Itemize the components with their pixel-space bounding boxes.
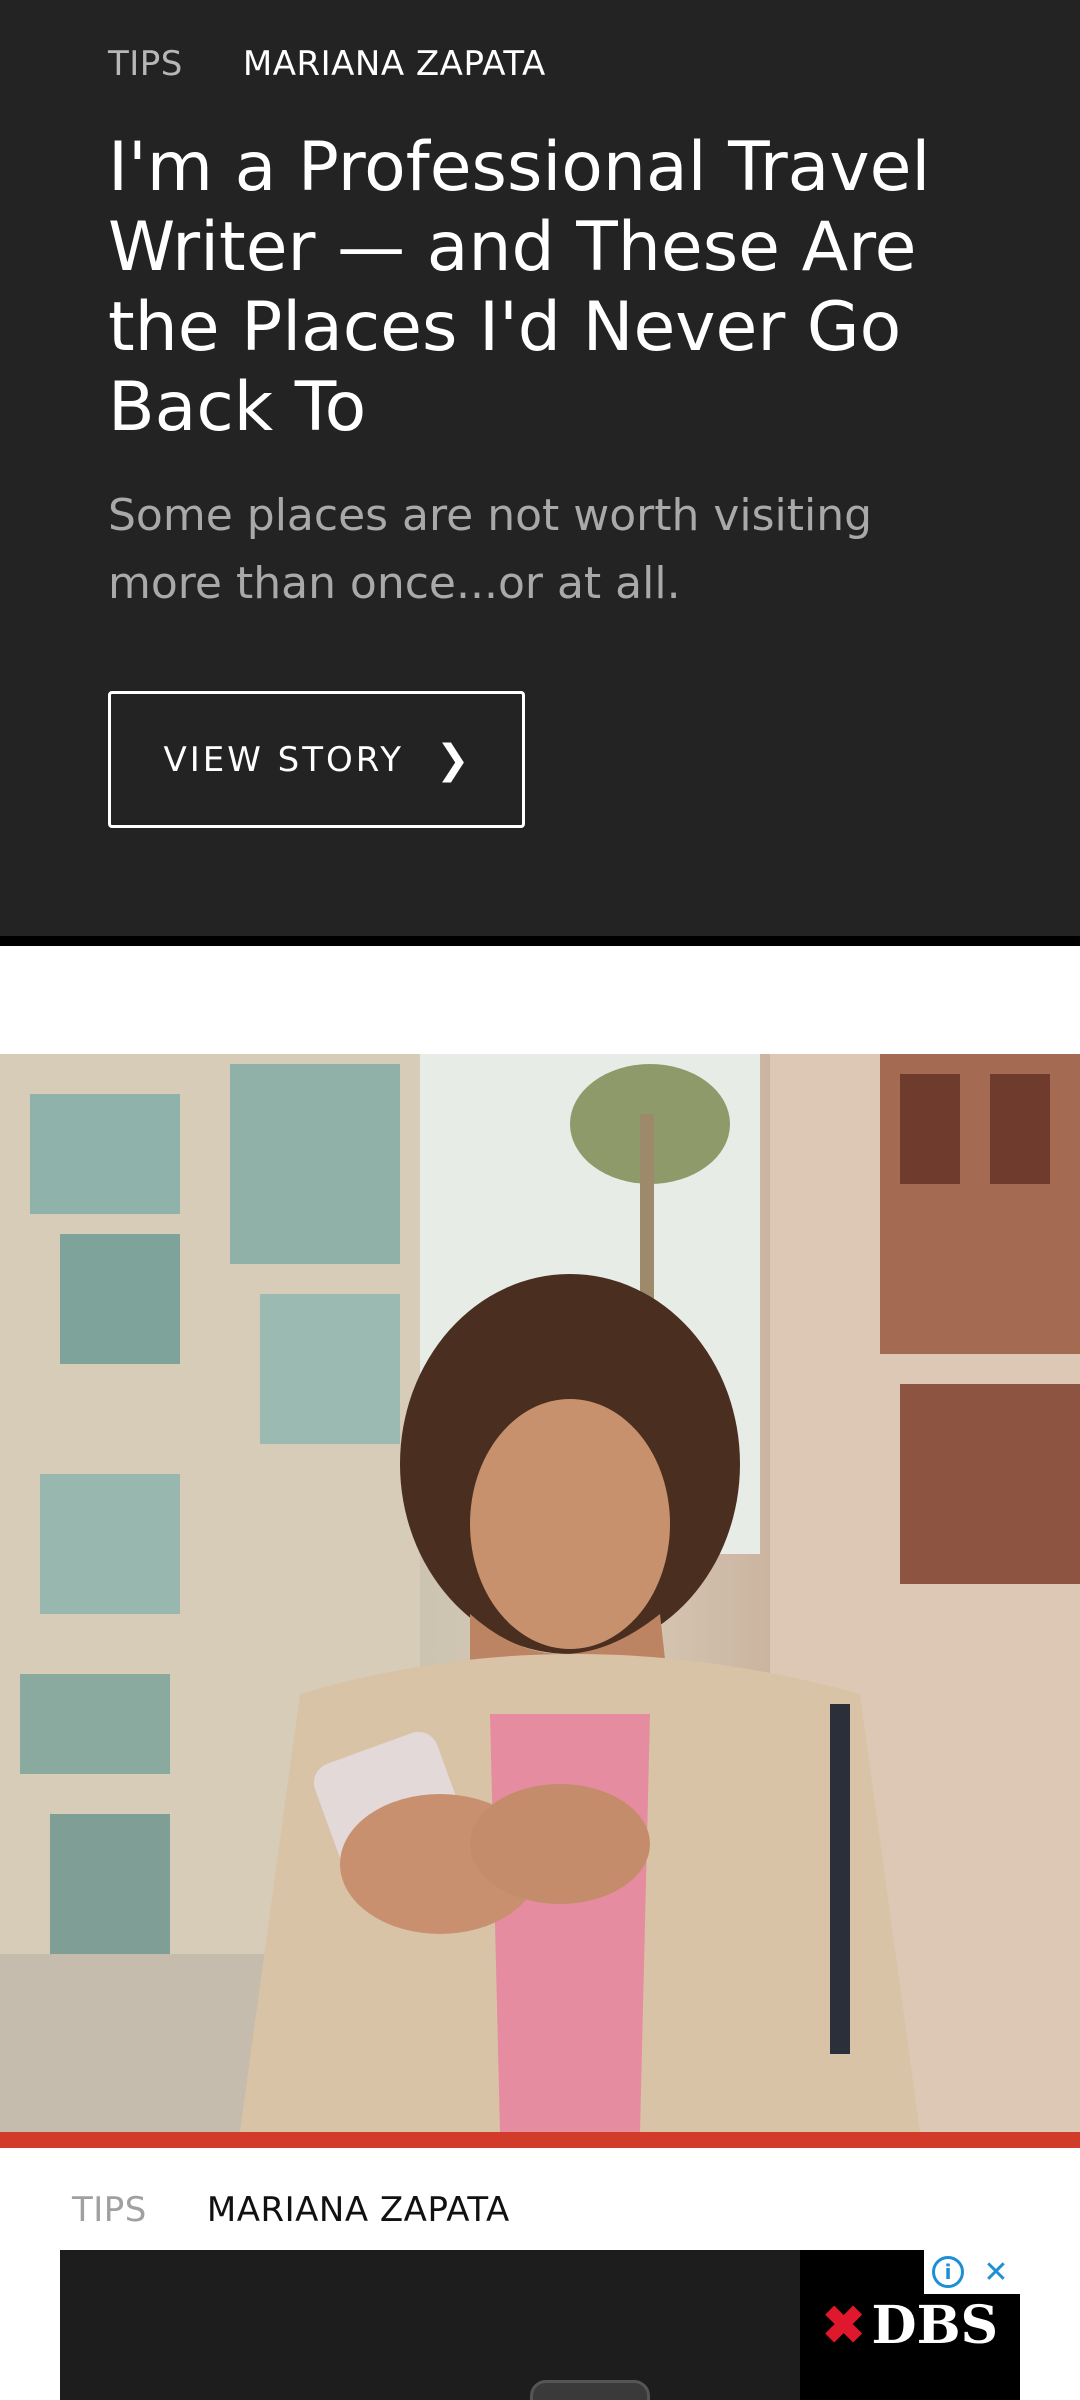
advertisement-banner[interactable]: ✖ DBS i ✕ (60, 2250, 1020, 2400)
close-icon[interactable]: ✕ (972, 2250, 1020, 2294)
view-story-button[interactable]: VIEW STORY ❯ (108, 691, 525, 828)
card-accent-bar (0, 2132, 1080, 2148)
ad-brand-name: DBS (871, 2294, 999, 2356)
info-icon[interactable]: i (924, 2250, 972, 2294)
dbs-logo-icon: ✖ (821, 2294, 866, 2356)
card-author[interactable]: MARIANA ZAPATA (207, 2190, 510, 2230)
story-photo-illustration (0, 1054, 1080, 2132)
card-category[interactable]: TIPS (72, 2190, 147, 2230)
view-story-label: VIEW STORY (163, 739, 404, 780)
hero-title[interactable]: I'm a Professional Travel Writer — and T… (108, 128, 988, 448)
hero-meta: TIPS MARIANA ZAPATA (108, 44, 546, 84)
chevron-right-icon: ❯ (436, 736, 470, 783)
featured-story-hero: TIPS MARIANA ZAPATA I'm a Professional T… (0, 0, 1080, 936)
ad-phone-graphic (530, 2380, 650, 2400)
hero-author[interactable]: MARIANA ZAPATA (243, 44, 546, 84)
card-meta: TIPS MARIANA ZAPATA (72, 2190, 510, 2230)
hero-category[interactable]: TIPS (108, 44, 183, 84)
hero-description: Some places are not worth visiting more … (108, 490, 873, 609)
story-photo[interactable] (0, 1054, 1080, 2132)
hero-divider (0, 936, 1080, 946)
